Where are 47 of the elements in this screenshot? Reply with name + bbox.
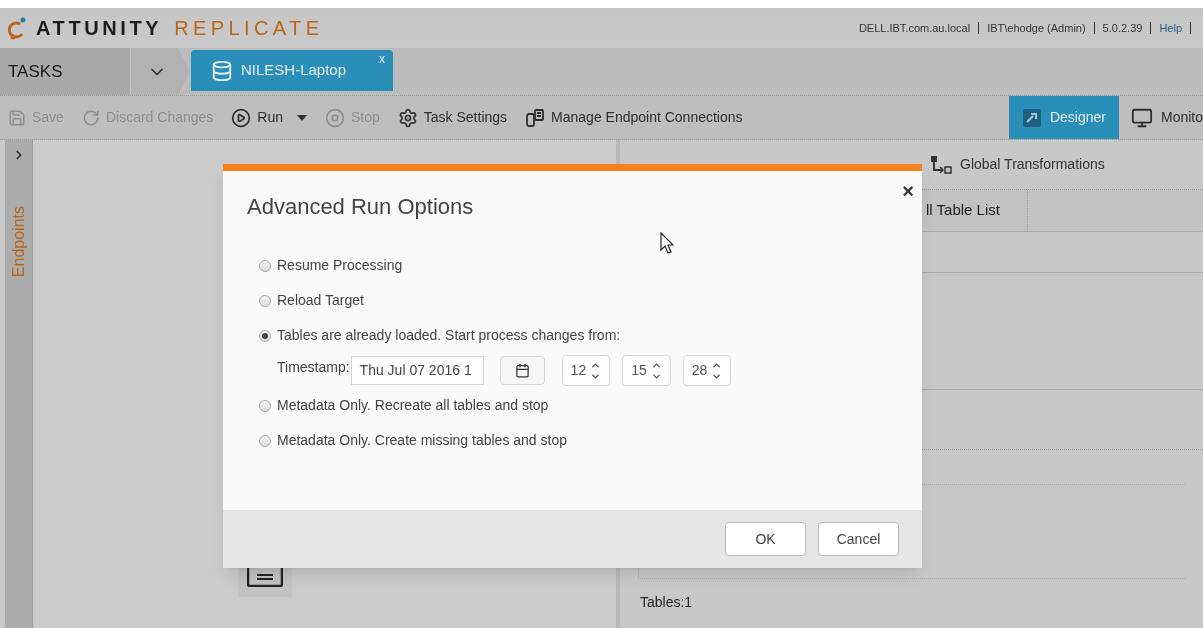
radio-option[interactable]: Resume Processing <box>259 248 906 283</box>
radio-button[interactable] <box>259 259 271 272</box>
radio-option[interactable]: Tables are already loaded. Start process changes from: <box>259 318 906 353</box>
stop-icon <box>325 107 345 128</box>
tables-count: Tables:1 <box>640 593 694 612</box>
date-field[interactable]: Thu Jul 07 2016 1 <box>350 356 484 385</box>
cursor-icon <box>660 232 674 254</box>
radio-button[interactable] <box>259 294 271 307</box>
toolbar-button[interactable]: Manage Endpoint Connections <box>525 107 743 128</box>
monitor-icon <box>1130 106 1153 129</box>
settings-icon <box>397 107 418 128</box>
global-transformations-button[interactable]: Global Transformations <box>930 154 1105 175</box>
help-link[interactable]: Help <box>1159 19 1182 37</box>
calendar-icon <box>514 363 530 378</box>
radio-button[interactable] <box>259 434 271 447</box>
view-tab[interactable]: Monito <box>1118 96 1203 139</box>
play-icon <box>231 107 252 128</box>
transform-icon <box>930 154 952 175</box>
radio-option[interactable]: Reload Target <box>259 283 906 318</box>
designer-icon <box>1021 107 1042 128</box>
toolbar-button[interactable]: Task Settings <box>397 107 508 128</box>
timestamp-label: Timestamp: <box>277 358 350 377</box>
database-icon <box>211 59 233 82</box>
logo-text: REPLICATE <box>174 16 324 41</box>
radio-button[interactable] <box>259 399 271 412</box>
close-button[interactable]: × <box>902 181 914 201</box>
radio-option[interactable]: Metadata Only. Create missing tables and stop <box>259 423 906 458</box>
tasks-label: TASKS <box>0 48 130 95</box>
header-info: DELL.IBT.com.au.local <box>858 20 971 36</box>
dialog-title: Advanced Run Options <box>247 193 475 221</box>
calendar-button[interactable] <box>499 356 545 385</box>
logo-text: ATTUNITY <box>36 16 163 41</box>
save-icon <box>8 108 26 127</box>
radio-button[interactable] <box>259 329 271 342</box>
second-spinner[interactable]: 28 <box>682 355 732 386</box>
radio-option[interactable]: Metadata Only. Recreate all tables and stop <box>259 388 906 423</box>
caret-icon <box>297 114 307 121</box>
dialog-button[interactable]: OK <box>725 522 806 556</box>
minute-spinner[interactable]: 15 <box>622 355 671 386</box>
circular-arrow-icon <box>81 108 100 127</box>
connection-icon <box>525 107 546 128</box>
logo-icon <box>8 16 28 40</box>
header-info: IBT\ehodge (Admin) <box>987 20 1086 36</box>
header-info: 5.0.2.39 <box>1102 20 1143 36</box>
toolbar-button[interactable]: Run <box>231 107 307 128</box>
dialog-button[interactable]: Cancel <box>818 522 899 556</box>
hour-spinner[interactable]: 12 <box>561 355 611 386</box>
